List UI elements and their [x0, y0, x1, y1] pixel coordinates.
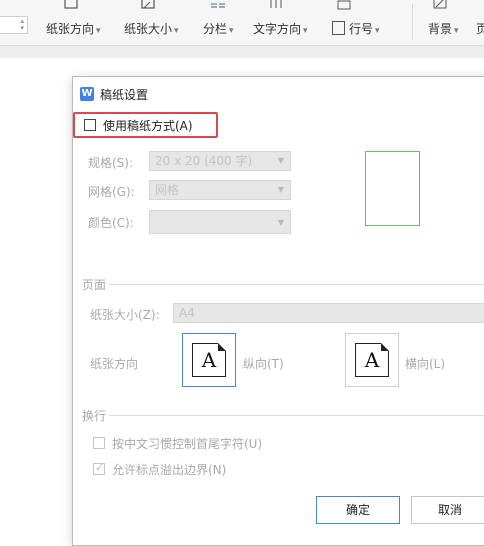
landscape-option[interactable]: A	[345, 333, 399, 387]
page-group-label: 页面	[82, 278, 107, 292]
chinese-rule-label[interactable]: 按中文习惯控制首尾字符(U)	[112, 435, 262, 452]
chinese-rule-checkbox[interactable]	[93, 437, 105, 449]
chevron-down-icon: ▼	[277, 185, 284, 194]
dialog-title: 稿纸设置	[100, 88, 149, 102]
spec-dropdown[interactable]: 20 x 20 (400 字) ▼	[149, 151, 291, 171]
use-manuscript-label[interactable]: 使用稿纸方式(A)	[103, 117, 193, 134]
columns-button[interactable]: 分栏 ▾	[203, 20, 234, 38]
wps-app-icon: W	[80, 87, 94, 101]
spec-value: 20 x 20 (400 字)	[155, 154, 253, 168]
paper-direction-label: 纸张方向	[46, 22, 95, 36]
line-number-top-icon	[336, 0, 352, 10]
background-icon	[432, 0, 448, 10]
line-number-button[interactable]: 行号 ▾	[332, 20, 380, 38]
chevron-down-icon: ▾	[454, 26, 459, 36]
spec-label: 规格(S):	[88, 156, 134, 170]
use-manuscript-checkbox[interactable]	[84, 119, 96, 131]
columns-icon	[210, 0, 226, 10]
manuscript-preview	[365, 151, 420, 226]
portrait-page-icon: A	[192, 343, 226, 377]
ribbon-toolbar: ▴ ▾ 纸张方向 ▾ 纸张大小 ▾ 分栏 ▾ 文字方向 ▾ 行号 ▾ 背景 ▾ 页	[0, 0, 484, 46]
text-direction-label: 文字方向	[253, 22, 302, 36]
grid-value: 网格	[155, 183, 180, 197]
chevron-down-icon: ▾	[375, 26, 380, 36]
page-button-partial[interactable]: 页	[476, 20, 484, 38]
paper-direction-icon	[63, 0, 79, 10]
chevron-down-icon: ▾	[174, 26, 179, 36]
allow-overflow-label[interactable]: 允许标点溢出边界(N)	[112, 461, 226, 478]
landscape-label[interactable]: 横向(L)	[405, 355, 445, 372]
paper-size-icon	[140, 0, 156, 10]
paper-direction-button[interactable]: 纸张方向 ▾	[46, 20, 101, 38]
grid-dropdown[interactable]: 网格 ▼	[149, 180, 291, 200]
paper-size-button[interactable]: 纸张大小 ▾	[124, 20, 179, 38]
page-label: 页	[476, 22, 484, 36]
paper-size-field-label: 纸张大小(Z):	[90, 308, 160, 322]
spin-control[interactable]: ▴ ▾	[0, 16, 28, 34]
cancel-button[interactable]: 取消	[411, 496, 484, 524]
paper-size-dropdown[interactable]: A4	[173, 303, 484, 323]
ribbon-shadow-band	[0, 46, 484, 58]
text-direction-icon	[268, 0, 284, 10]
ok-button[interactable]: 确定	[316, 496, 400, 524]
orientation-label: 纸张方向	[90, 357, 139, 371]
background-button[interactable]: 背景 ▾	[428, 20, 459, 38]
color-dropdown[interactable]: ▼	[149, 210, 291, 234]
allow-overflow-checkbox[interactable]	[93, 461, 105, 475]
line-number-icon	[332, 21, 345, 35]
manuscript-settings-dialog: W 稿纸设置 使用稿纸方式(A) 规格(S): 20 x 20 (400 字) …	[72, 76, 484, 546]
chevron-down-icon: ▼	[277, 218, 284, 227]
linebreak-group-label: 换行	[82, 409, 107, 423]
dialog-titlebar[interactable]: W 稿纸设置	[73, 77, 484, 111]
text-direction-button[interactable]: 文字方向 ▾	[253, 20, 308, 38]
chevron-down-icon: ▾	[96, 26, 101, 36]
chevron-down-icon: ▾	[303, 26, 308, 36]
color-label: 颜色(C):	[88, 216, 134, 230]
page-group-line	[109, 284, 484, 285]
ribbon-separator	[412, 4, 413, 40]
portrait-option[interactable]: A	[182, 333, 236, 387]
landscape-page-icon: A	[355, 343, 389, 377]
grid-label: 网格(G):	[88, 185, 135, 199]
chevron-down-icon: ▼	[277, 156, 284, 165]
chevron-down-icon: ▾	[229, 26, 234, 36]
columns-label: 分栏	[203, 22, 228, 36]
paper-size-value: A4	[179, 306, 195, 320]
background-label: 背景	[428, 22, 453, 36]
line-number-label: 行号	[349, 22, 374, 36]
linebreak-group-line	[109, 415, 484, 416]
paper-size-label: 纸张大小	[124, 22, 173, 36]
portrait-label[interactable]: 纵向(T)	[243, 355, 284, 372]
